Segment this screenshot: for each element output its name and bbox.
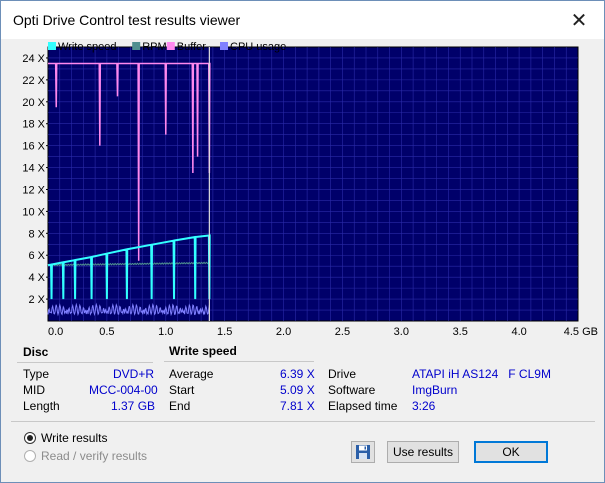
x-tick-label: 1.5 [217, 326, 232, 338]
software-label: Software [328, 383, 376, 397]
mid-label: MID [23, 383, 45, 397]
average-value: 6.39 X [280, 367, 315, 381]
close-button[interactable]: ✕ [562, 5, 596, 35]
software-value: ImgBurn [412, 383, 458, 397]
write-speed-chart: Write speed RPM Buffer CPU usage 2 X 4 X 6 X 8 … [22, 41, 598, 338]
read-verify-option[interactable]: Read / verify results [24, 449, 147, 463]
close-icon: ✕ [570, 9, 588, 32]
write-results-radio[interactable] [24, 432, 36, 444]
use-results-button[interactable]: Use results [387, 441, 459, 463]
type-value: DVD+R [113, 367, 155, 381]
legend-swatch [48, 42, 56, 50]
results-viewer-window: Opti Drive Control test results viewer ✕… [0, 0, 605, 483]
y-tick-label: 22 X [22, 75, 45, 87]
y-tick-label: 14 X [22, 163, 45, 175]
length-label: Length [23, 399, 60, 413]
legend-label: Write speed [58, 41, 117, 53]
mid-value: MCC-004-00 [89, 383, 158, 397]
chart-area: Write speed RPM Buffer CPU usage 2 X 4 X 6 X 8 … [1, 39, 604, 341]
read-verify-radio[interactable] [24, 450, 36, 462]
elapsed-label: Elapsed time [328, 399, 398, 413]
y-tick-label: 8 X [28, 228, 45, 240]
disc-header: Disc [23, 345, 49, 359]
start-label: Start [169, 383, 195, 397]
drive-value: ATAPI iH AS124 F CL9M [412, 367, 551, 381]
legend-label: CPU usage [230, 41, 286, 53]
bottom-separator [11, 421, 595, 422]
y-tick-label: 24 X [22, 53, 45, 65]
y-tick-label: 20 X [22, 97, 45, 109]
window-title: Opti Drive Control test results viewer [13, 12, 241, 28]
title-bar: Opti Drive Control test results viewer ✕ [1, 1, 604, 39]
save-button[interactable] [351, 441, 375, 463]
end-label: End [169, 399, 191, 413]
end-value: 7.81 X [280, 399, 315, 413]
y-tick-label: 10 X [22, 206, 45, 218]
y-tick-label: 2 X [28, 294, 45, 306]
drive-label: Drive [328, 367, 357, 381]
length-value: 1.37 GB [111, 399, 156, 413]
average-label: Average [169, 367, 214, 381]
x-tick-label: 0.0 [48, 326, 63, 338]
legend-swatch [132, 42, 141, 50]
write-results-label: Write results [41, 431, 108, 445]
x-tick-label: 4.0 [511, 326, 526, 338]
disc-separator [17, 362, 153, 363]
write-speed-header: Write speed [169, 344, 237, 358]
x-tick-label: 3.0 [394, 326, 409, 338]
elapsed-value: 3:26 [412, 399, 436, 413]
x-tick-label: 2.0 [276, 326, 291, 338]
x-tick-label: 4.5 GB [564, 326, 598, 338]
x-tick-label: 3.5 [453, 326, 468, 338]
ok-button[interactable]: OK [474, 441, 548, 463]
write-results-option[interactable]: Write results [24, 431, 107, 445]
y-tick-label: 18 X [22, 119, 45, 131]
legend-swatch [166, 42, 175, 50]
x-tick-label: 1.0 [158, 326, 173, 338]
legend-swatch [220, 42, 228, 50]
read-verify-label: Read / verify results [41, 449, 148, 463]
write-speed-separator [164, 361, 314, 362]
y-tick-label: 4 X [28, 272, 45, 284]
legend-label: RPM [142, 41, 166, 53]
type-label: Type [23, 367, 50, 381]
x-tick-label: 2.5 [335, 326, 350, 338]
legend-label: Buffer [177, 41, 206, 53]
save-icon [356, 445, 370, 459]
x-tick-label: 0.5 [99, 326, 114, 338]
start-value: 5.09 X [280, 383, 315, 397]
y-tick-label: 6 X [28, 250, 45, 262]
y-tick-label: 12 X [22, 184, 45, 196]
y-tick-label: 16 X [22, 141, 45, 153]
